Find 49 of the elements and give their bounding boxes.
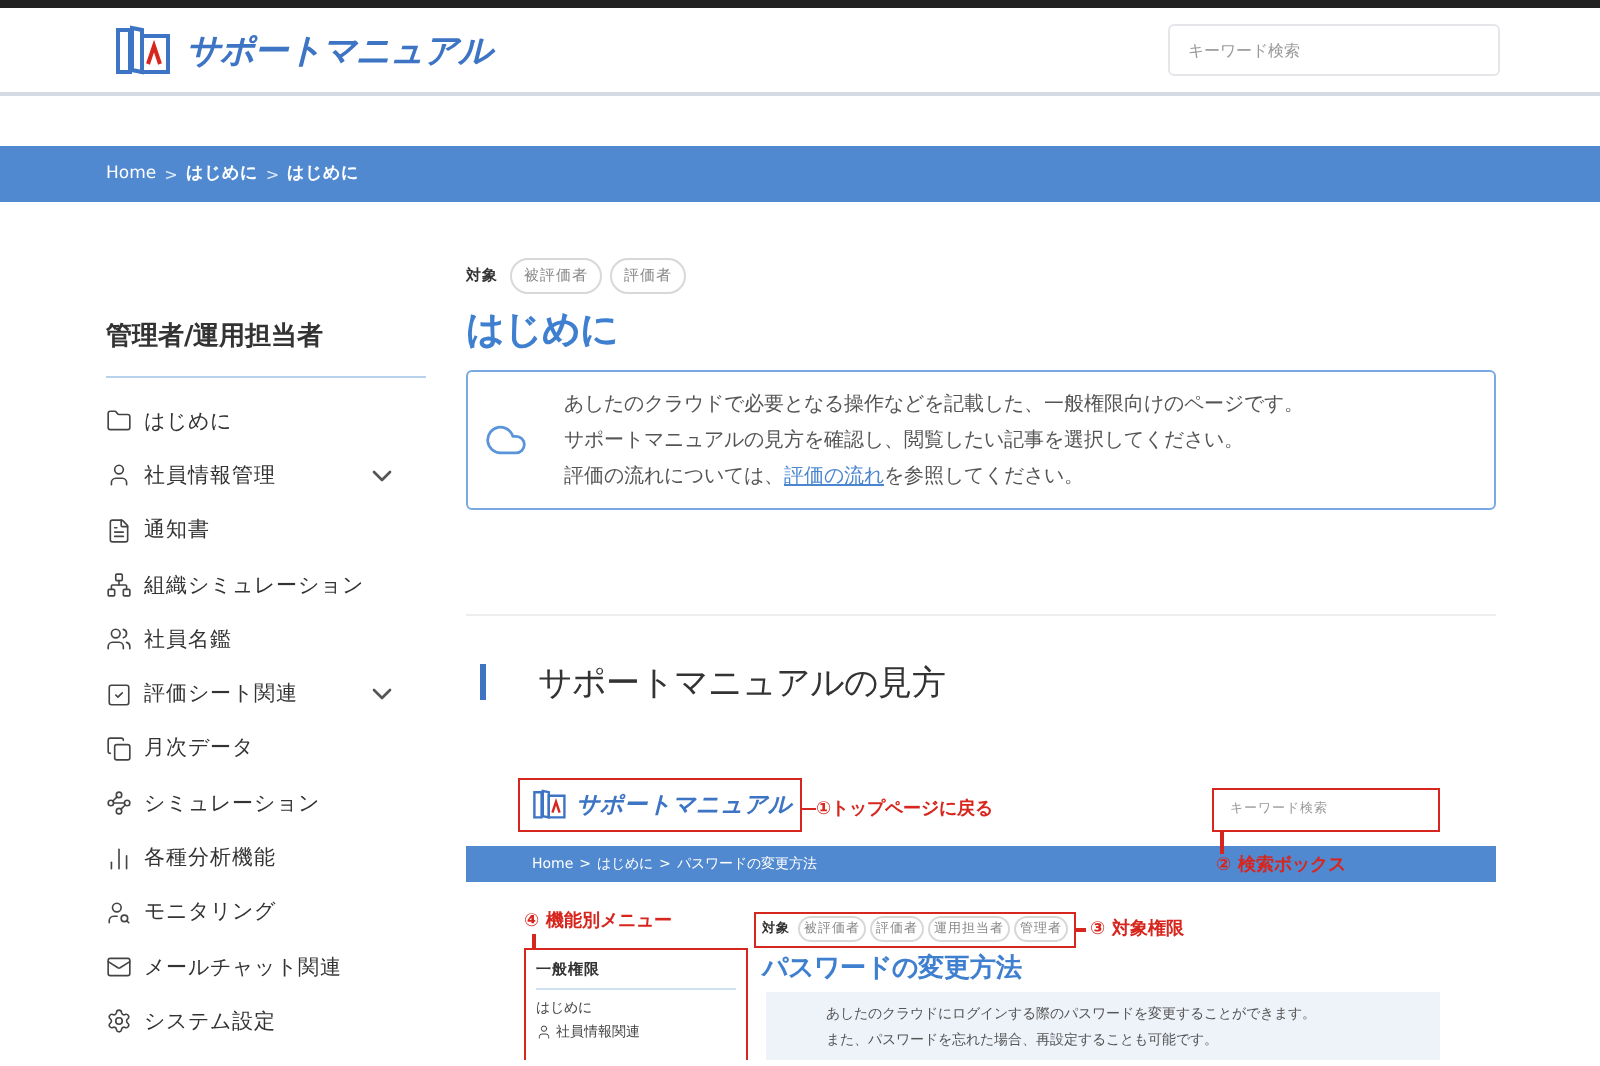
sidebar-item[interactable]: 評価シート関連 [106,666,426,722]
flow-link[interactable]: 評価の流れ [784,465,884,488]
annotation-label: ①トップページに戻る [816,796,994,822]
sidebar-item[interactable]: 各種分析機能 [106,830,426,886]
sidebar-item[interactable]: 月次データ [106,721,426,777]
user-search-icon [106,899,132,926]
checkbox-icon [106,681,132,708]
mail-icon [106,954,132,981]
leader-line [1220,831,1223,854]
keyword-search-field[interactable]: キーワード検索 [1168,24,1500,76]
page-title: はじめに [466,308,620,354]
document-icon [106,517,132,544]
heading-accent-bar [480,664,486,701]
example-title: パスワードの変更方法 [762,953,1024,985]
sidebar-item[interactable]: 組織シミュレーション [106,557,426,613]
breadcrumb-link[interactable]: はじめに [185,162,258,186]
example-logo: サポートマニュアル [576,789,792,820]
copy-icon [106,735,132,762]
info-text: サポートマニュアルの見方を確認し、閲覧したい記事を選択してください。 [564,427,1246,454]
info-text: あしたのクラウドで必要となる操作などを記載した、一般権限向けのページです。 [564,391,1304,418]
sidebar-title: 管理者/運用担当者 [106,318,426,378]
breadcrumb-link[interactable]: はじめに [287,162,360,186]
folder-icon [106,408,132,435]
book-logo-icon [532,786,568,823]
breadcrumb-separator: > [265,165,280,183]
site-logo[interactable]: サポートマニュアル [186,27,492,73]
sidebar-item[interactable]: 社員情報管理 [106,448,426,504]
nodes-icon [106,790,132,817]
info-text: 評価の流れについては、評価の流れを参照してください。 [564,463,1086,490]
breadcrumb-separator: > [164,165,178,183]
users-icon [106,626,132,653]
sidebar-item[interactable]: モニタリング [106,885,426,940]
user-icon [536,1023,552,1040]
sidebar-item[interactable]: メールチャット関連 [106,939,426,995]
bar-chart-icon [106,845,132,872]
book-logo-icon [114,24,174,76]
sidebar-item[interactable]: はじめに [106,394,426,449]
annotation-label: ③ 対象権限 [1090,916,1184,943]
sidebar-item[interactable]: 通知書 [106,503,426,558]
org-chart-icon [106,572,132,599]
sidebar-item[interactable]: システム設定 [106,994,426,1050]
section-heading: サポートマニュアルの見方 [538,661,946,706]
breadcrumb-link[interactable]: Home [106,164,157,184]
annotation-label: ④ 機能別メニュー [524,909,672,934]
sidebar-item[interactable]: 社員名鑑 [106,612,426,667]
user-icon [106,462,132,489]
annotation-label: ② 検索ボックス [1216,852,1346,878]
settings-icon [106,1008,132,1035]
sidebar-item[interactable]: シミュレーション [106,776,426,831]
